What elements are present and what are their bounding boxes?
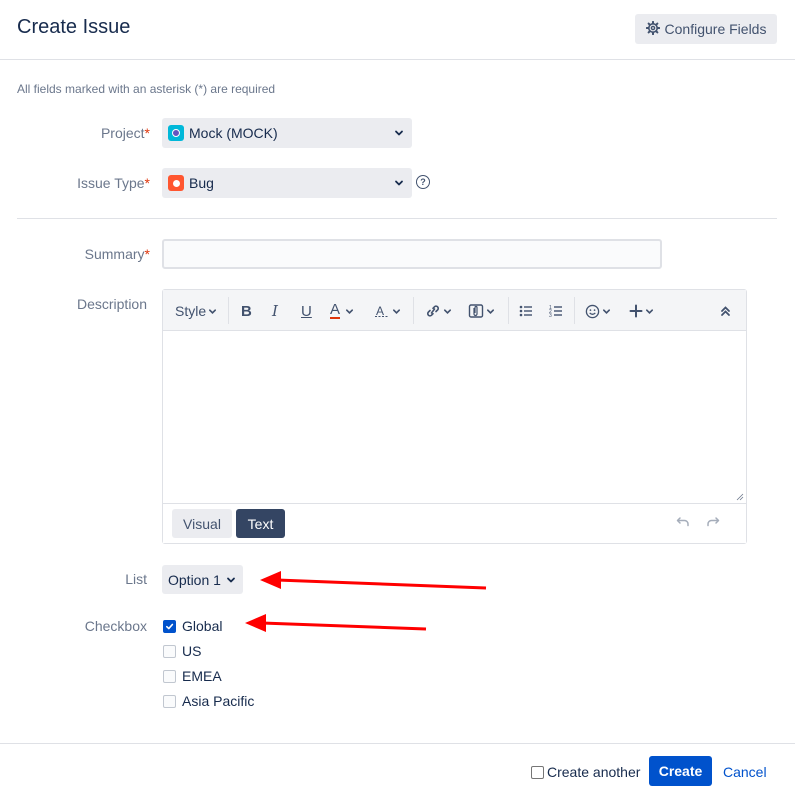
checkbox-unchecked-icon[interactable] [163,669,176,683]
attachment-button[interactable] [468,300,495,322]
chevron-down-icon [443,308,452,314]
link-button[interactable] [425,300,452,322]
svg-text:A: A [376,304,384,318]
checkbox-unchecked-icon[interactable] [163,694,176,708]
checkbox-option-label: EMEA [182,668,222,684]
insert-more-button[interactable] [629,300,654,322]
toolbar-separator [413,297,414,324]
description-editor: Style B I U A A 1 2 3 Visual Text [162,289,747,544]
dialog-title: Create Issue [17,16,131,38]
chevron-down-icon [346,308,354,314]
configure-fields-label: Configure Fields [664,21,767,37]
emoji-button[interactable] [585,300,611,322]
list-select[interactable]: Option 1 [162,565,243,594]
text-color-icon: A [330,301,341,319]
project-select[interactable]: Mock (MOCK) [162,118,412,148]
checkbox-option[interactable]: Global [163,617,222,635]
required-asterisk: * [144,125,150,141]
checkbox-option-label: US [182,643,202,659]
create-button[interactable]: Create [649,756,712,786]
checkbox-option[interactable]: EMEA [163,667,222,685]
required-fields-note: All fields marked with an asterisk (*) a… [17,82,276,96]
text-color-button[interactable]: A [330,300,354,322]
annotation-arrow-checkbox [245,614,427,632]
issue-type-select[interactable]: Bug [162,168,412,198]
resize-handle-icon[interactable] [736,493,744,501]
bullet-list-icon [519,305,532,317]
project-avatar-icon [168,125,184,141]
description-label: Description [76,296,147,312]
redo-icon[interactable] [706,516,720,528]
italic-icon[interactable]: I [272,300,278,322]
list-select-value: Option 1 [168,571,221,588]
gear-icon [645,20,660,38]
checkbox-label: Checkbox [84,618,147,634]
issue-type-label: Issue Type* [77,175,150,191]
checkbox-option-label: Global [182,618,223,634]
issue-type-select-value: Bug [189,175,214,191]
annotation-arrow-list [260,571,487,590]
chevron-down-icon [602,308,611,314]
numbered-list-button[interactable]: 123 [549,300,563,322]
create-another-label: Create another [547,764,641,780]
checkbox-option[interactable]: US [163,642,201,660]
required-asterisk: * [144,246,150,262]
project-label: Project* [100,125,150,141]
chevron-down-icon [394,175,404,191]
style-dropdown[interactable]: Style [175,300,217,322]
chevron-down-icon [645,308,654,314]
bold-icon[interactable]: B [241,300,252,322]
bullet-list-button[interactable] [519,300,533,322]
checkbox-option-label: Asia Pacific [182,693,255,709]
chevron-down-icon [227,577,235,582]
checkbox-unchecked-icon[interactable] [163,644,176,658]
checkbox-checked-icon[interactable] [163,619,176,633]
double-chevron-up-icon [721,306,730,316]
section-divider [17,218,777,219]
clear-formatting-icon: A [375,304,388,318]
project-select-value: Mock (MOCK) [189,125,278,141]
summary-label: Summary* [84,246,150,262]
dialog-footer: Create another Create Cancel [0,743,795,795]
configure-fields-button[interactable]: Configure Fields [635,14,777,44]
description-textarea[interactable] [163,331,746,503]
list-label: List [125,571,147,587]
chevron-down-icon [392,308,401,314]
editor-footer: Visual Text [163,503,746,543]
chevron-down-icon [486,308,495,314]
numbered-list-icon: 123 [549,305,562,318]
attachment-icon [468,304,484,318]
collapse-toolbar-button[interactable] [720,300,731,322]
checkbox-option[interactable]: Asia Pacific [163,692,254,710]
toolbar-separator [508,297,509,324]
text-mode-tab[interactable]: Text [236,509,285,538]
chevron-down-icon [394,125,404,141]
dialog-header: Create Issue Configure Fields [0,0,795,60]
link-icon [427,305,439,317]
toolbar-separator [574,297,575,324]
checkbox-unchecked-icon[interactable] [531,765,544,779]
underline-icon[interactable]: U [301,300,312,322]
required-asterisk: * [144,175,150,191]
summary-input[interactable] [162,239,662,269]
editor-toolbar: Style B I U A A 1 2 3 [163,290,746,331]
plus-icon [629,304,643,318]
style-dropdown-label: Style [175,303,207,319]
emoji-icon [585,304,600,318]
cancel-link[interactable]: Cancel [723,764,767,780]
create-another-checkbox[interactable]: Create another [531,764,640,780]
bug-icon [168,175,184,191]
svg-text:3: 3 [549,313,552,318]
chevron-down-icon [209,308,217,314]
toolbar-separator [228,297,229,324]
help-icon[interactable]: ? [416,175,430,189]
undo-icon[interactable] [676,516,690,528]
more-formatting-button[interactable]: A [374,300,401,322]
visual-mode-tab[interactable]: Visual [172,509,232,538]
